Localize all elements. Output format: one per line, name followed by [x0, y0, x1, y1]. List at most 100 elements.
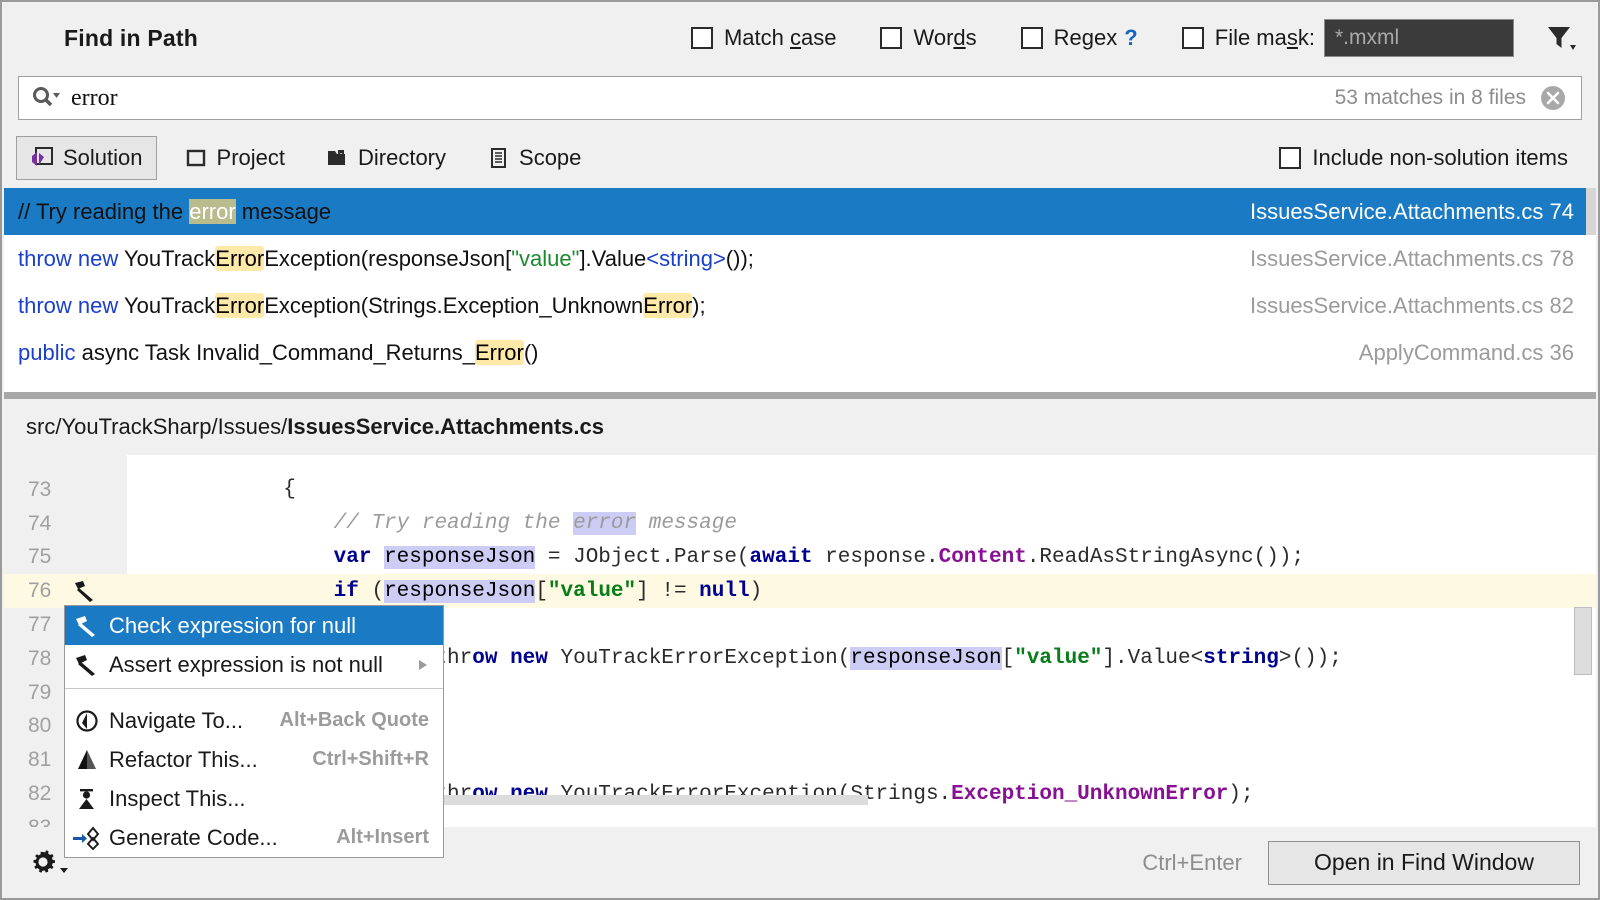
include-non-solution-label: Include non-solution items [1312, 145, 1568, 170]
words-checkbox-box[interactable] [880, 27, 903, 49]
regex-checkbox-box[interactable] [1020, 27, 1043, 49]
editor-line[interactable]: 74 // Try reading the error message [4, 507, 1596, 541]
sidebar-item-directory[interactable]: Directory [312, 136, 459, 180]
menu-item-label: Assert expression is not null [109, 651, 383, 677]
search-result-row[interactable]: public async Task Invalid_Command_Return… [4, 329, 1596, 376]
hammer-icon [65, 614, 109, 638]
quickfix-hammer-icon[interactable] [72, 579, 98, 603]
menu-item-label: Inspect This... [109, 785, 246, 811]
menu-item-inspect-this[interactable]: Inspect This... [65, 779, 443, 818]
editor-line[interactable]: 73 { [4, 473, 1596, 507]
match-case-label: Match case [723, 25, 837, 50]
search-result-location: IssuesService.Attachments.cs 78 [1249, 245, 1574, 271]
match-count-label: 53 matches in 8 files [1334, 86, 1526, 109]
page-title: Find in Path [64, 24, 198, 51]
context-menu[interactable]: Check expression for null Assert expressi… [64, 605, 444, 858]
menu-item-label: Refactor This... [109, 746, 258, 772]
menu-separator [65, 688, 443, 689]
sidebar-item-scope[interactable]: Scope [473, 136, 594, 180]
regex-label: Regex [1053, 25, 1118, 50]
solution-icon [30, 146, 54, 170]
search-result-row[interactable]: throw new YouTrackErrorException(respons… [4, 235, 1596, 282]
editor-line-text: { [132, 478, 296, 502]
search-result-code: throw new YouTrackErrorException(respons… [18, 245, 754, 271]
regex-checkbox[interactable]: Regex ? [1020, 25, 1138, 51]
clear-circle-icon[interactable] [1539, 84, 1567, 112]
editor-line-text: // Try reading the error message [333, 512, 737, 536]
file-mask-checkbox[interactable]: File mask: [1181, 25, 1315, 51]
scope-tab-label: Project [216, 145, 285, 170]
search-result-location: IssuesService.Attachments.cs 82 [1249, 292, 1574, 318]
editor-line[interactable] [4, 455, 1596, 473]
search-icon[interactable] [31, 85, 61, 111]
search-results-list[interactable]: // Try reading the error message IssuesSe… [4, 188, 1596, 392]
include-non-solution-checkbox[interactable]: Include non-solution items [1279, 145, 1568, 171]
search-result-row[interactable]: // Try reading the error message IssuesSe… [4, 188, 1596, 235]
sidebar-item-project[interactable]: Project [171, 136, 298, 180]
scope-tab-label: Scope [519, 145, 582, 170]
breadcrumb-path: src/YouTrackSharp/Issues/ [26, 414, 288, 439]
menu-item-label: Generate Code... [109, 824, 278, 850]
menu-item-check-expression-for-null[interactable]: Check expression for null [65, 606, 443, 645]
scope-tabs: Solution Project Directory Scope Include… [2, 130, 1598, 186]
search-result-code: // Try reading the error message [18, 198, 332, 224]
editor-horizontal-scrollbar[interactable] [444, 795, 868, 805]
match-case-checkbox[interactable]: Match case [690, 25, 837, 51]
breadcrumb-text: src/YouTrackSharp/Issues/IssuesService.A… [26, 414, 604, 440]
editor-line[interactable]: 75 var responseJson = JObject.Parse(awai… [4, 541, 1596, 575]
search-bar[interactable]: error 53 matches in 8 files [18, 76, 1582, 120]
inspect-icon [65, 787, 109, 811]
scope-icon [486, 146, 510, 170]
include-non-solution-checkbox-box[interactable] [1279, 147, 1302, 169]
breadcrumb: src/YouTrackSharp/Issues/IssuesService.A… [4, 399, 1596, 455]
words-checkbox[interactable]: Words [880, 25, 977, 51]
search-result-code: public async Task Invalid_Command_Return… [18, 339, 539, 365]
menu-item-assert-expression-is-not-null[interactable]: Assert expression is not null [65, 645, 443, 684]
panel-splitter[interactable] [4, 392, 1596, 399]
menu-item-shortcut: Alt+Insert [336, 826, 429, 848]
scope-tab-label: Directory [358, 145, 447, 170]
results-scrollbar[interactable] [1586, 188, 1596, 235]
search-result-row[interactable]: throw new YouTrackErrorException(Strings… [4, 282, 1596, 329]
file-mask-label: File mask: [1214, 25, 1315, 50]
search-input[interactable]: error [71, 85, 118, 112]
search-result-location: IssuesService.Attachments.cs 74 [1249, 198, 1574, 224]
submenu-chevron-right-icon[interactable] [417, 658, 429, 672]
menu-item-navigate-to[interactable]: Navigate To... Alt+Back Quote [65, 701, 443, 740]
generate-icon [65, 826, 109, 850]
menu-item-generate-code[interactable]: Generate Code... Alt+Insert [65, 818, 443, 857]
words-label: Words [913, 25, 977, 50]
editor-line[interactable]: 76 if (responseJson["value"] != null) [4, 574, 1596, 609]
menu-item-label: Navigate To... [109, 707, 244, 733]
menu-item-shortcut: Alt+Back Quote [279, 709, 429, 731]
sidebar-item-solution[interactable]: Solution [16, 136, 157, 180]
scope-tab-label: Solution [63, 145, 143, 170]
editor-line-text: var responseJson = JObject.Parse(await r… [333, 545, 1305, 569]
editor-vertical-scrollbar[interactable] [1574, 607, 1592, 675]
file-mask-input[interactable]: *.mxml [1324, 19, 1514, 57]
navigate-icon [65, 709, 109, 733]
open-in-find-window-button[interactable]: Open in Find Window [1268, 840, 1580, 885]
line-number: 74 [28, 511, 52, 535]
dialog-header: Find in Path Match case Words Regex ? Fi… [2, 2, 1598, 74]
match-case-checkbox-box[interactable] [690, 27, 713, 49]
menu-gap [65, 693, 443, 701]
menu-item-label: Check expression for null [109, 612, 357, 638]
breadcrumb-file: IssuesService.Attachments.cs [287, 414, 604, 439]
regex-help-icon[interactable]: ? [1124, 25, 1137, 51]
menu-item-shortcut: Ctrl+Shift+R [312, 748, 429, 770]
line-number: 73 [28, 477, 52, 501]
footer-shortcut-label: Ctrl+Enter [1142, 849, 1242, 875]
file-mask-checkbox-box[interactable] [1181, 27, 1204, 49]
file-mask-group: File mask: *.mxml [1181, 19, 1514, 57]
search-result-code: throw new YouTrackErrorException(Strings… [18, 292, 706, 318]
line-number: 75 [28, 545, 52, 569]
search-options: Match case Words Regex ? File mask: *.mx… [690, 2, 1598, 74]
search-result-location: ApplyCommand.cs 36 [1358, 339, 1574, 365]
folder-icon [325, 146, 349, 170]
menu-item-refactor-this[interactable]: Refactor This... Ctrl+Shift+R [65, 740, 443, 779]
line-number: 76 [28, 579, 52, 603]
editor-line-text: if (responseJson["value"] != null) [333, 579, 763, 603]
filter-icon[interactable] [1544, 23, 1576, 53]
refactor-icon [65, 748, 109, 772]
